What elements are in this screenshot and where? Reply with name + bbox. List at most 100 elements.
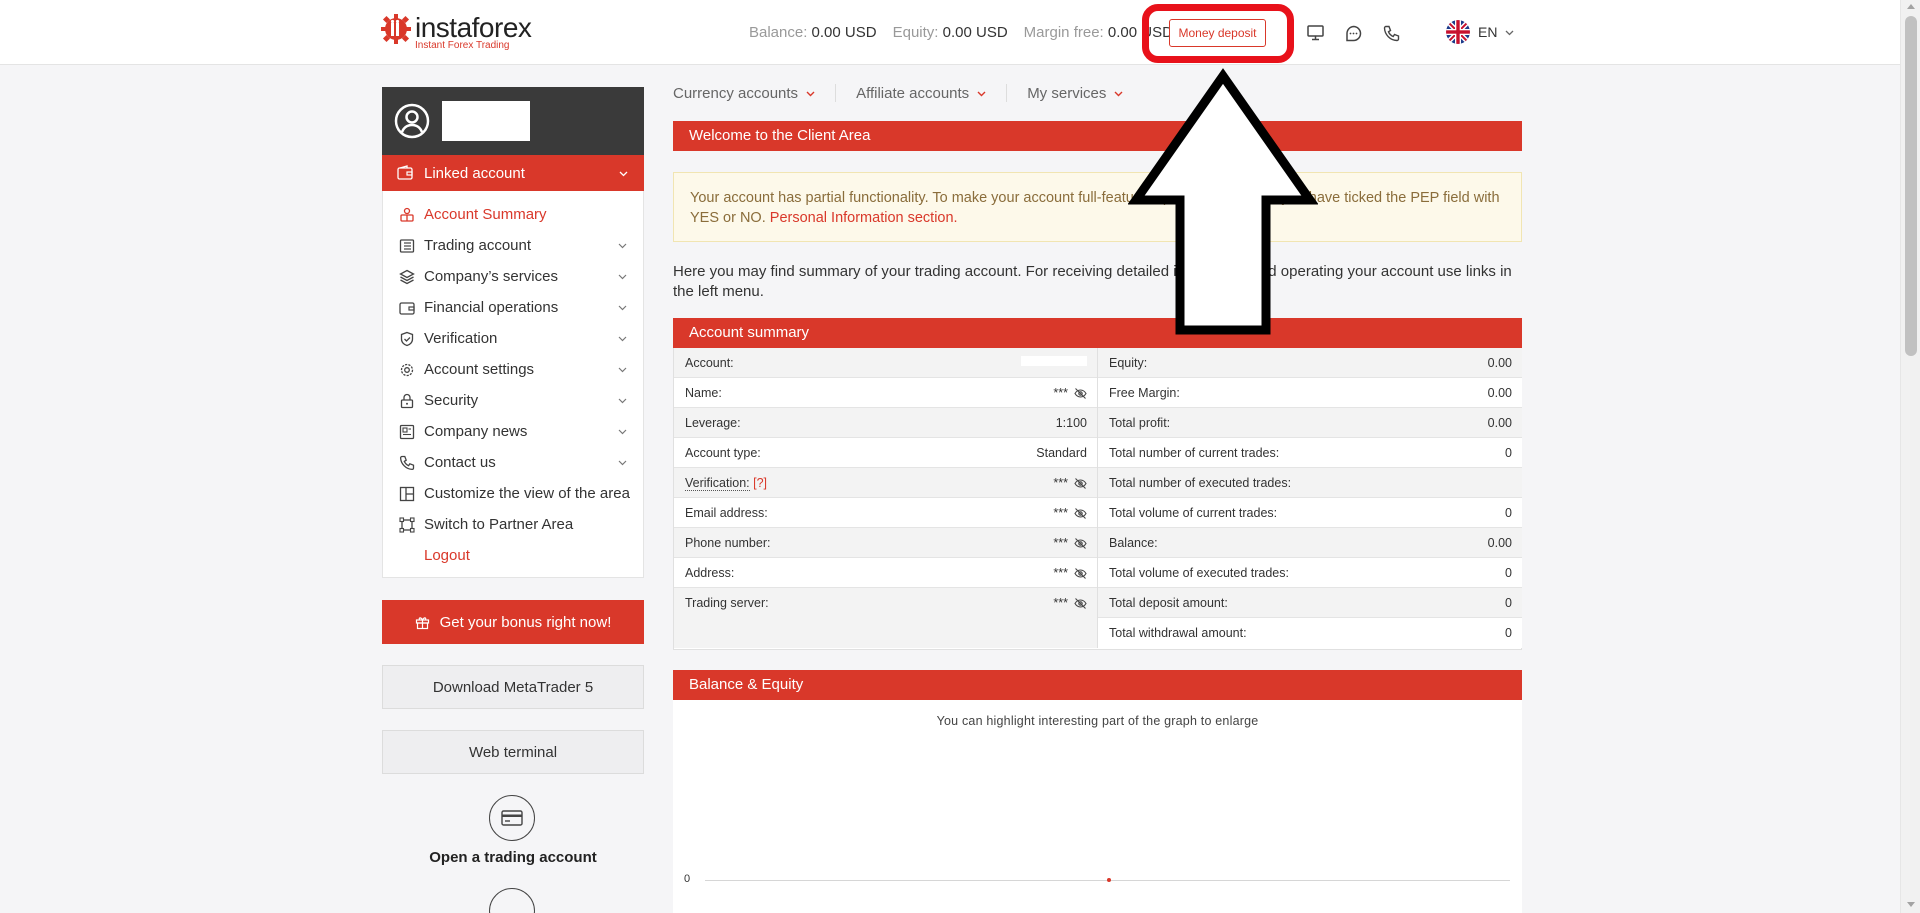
open-account-circle[interactable] bbox=[489, 795, 535, 841]
money-deposit-button[interactable]: Money deposit bbox=[1169, 19, 1266, 47]
welcome-header: Welcome to the Client Area bbox=[673, 121, 1522, 151]
sidebar-item-label: Logout bbox=[424, 547, 470, 564]
balance-label: Balance: bbox=[749, 24, 808, 41]
scroll-down-arrow-icon[interactable] bbox=[1907, 902, 1915, 907]
sidebar-item-label: Security bbox=[424, 392, 479, 409]
eye-off-icon[interactable] bbox=[1074, 597, 1087, 610]
shield-check-icon bbox=[400, 331, 414, 347]
summary-row-account: Account: bbox=[674, 348, 1097, 378]
lock-icon bbox=[400, 393, 414, 409]
chat-icon[interactable] bbox=[1342, 22, 1364, 44]
vertical-scrollbar[interactable] bbox=[1900, 0, 1920, 913]
summary-row-volume-current: Total volume of current trades: 0 bbox=[1098, 498, 1522, 528]
row-label: Total volume of executed trades: bbox=[1109, 566, 1289, 580]
sidebar-item-financial-operations[interactable]: Financial operations bbox=[383, 294, 643, 322]
row-label: Free Margin: bbox=[1109, 386, 1180, 400]
tab-label: My services bbox=[1027, 84, 1107, 102]
language-selector[interactable]: EN bbox=[1446, 20, 1514, 44]
phone-icon[interactable] bbox=[1380, 22, 1402, 44]
uk-flag-icon bbox=[1446, 20, 1470, 44]
eye-off-icon[interactable] bbox=[1074, 537, 1087, 550]
eye-off-icon[interactable] bbox=[1074, 567, 1087, 580]
layout-icon bbox=[399, 486, 415, 502]
chevron-down-icon bbox=[806, 91, 815, 96]
summary-row-leverage: Leverage: 1:100 bbox=[674, 408, 1097, 438]
layers-icon bbox=[399, 269, 415, 285]
sidebar-item-verification[interactable]: Verification bbox=[383, 325, 643, 353]
profile-box bbox=[382, 87, 644, 155]
sidebar-menu: Account Summary Trading account Company’… bbox=[382, 191, 644, 578]
web-terminal-button[interactable]: Web terminal bbox=[382, 730, 644, 774]
row-value: *** bbox=[1053, 566, 1068, 580]
tab-divider bbox=[1006, 84, 1008, 102]
summary-right-column: Equity: 0.00 Free Margin: 0.00 Total profi… bbox=[1098, 348, 1522, 648]
sidebar-item-account-settings[interactable]: Account settings bbox=[383, 356, 643, 384]
verification-help-link[interactable]: [?] bbox=[753, 476, 767, 490]
chevron-down-icon bbox=[618, 243, 627, 249]
row-label: Total number of current trades: bbox=[1109, 446, 1280, 460]
tab-currency-accounts[interactable]: Currency accounts bbox=[673, 85, 815, 102]
chevron-down-icon bbox=[618, 367, 627, 373]
account-summary-header: Account summary bbox=[673, 318, 1522, 348]
row-label: Total withdrawal amount: bbox=[1109, 626, 1247, 640]
sidebar-item-company-services[interactable]: Company’s services bbox=[383, 263, 643, 291]
chevron-down-icon bbox=[618, 460, 627, 466]
row-value: 0.00 bbox=[1487, 416, 1512, 430]
summary-row-free-margin: Free Margin: 0.00 bbox=[1098, 378, 1522, 408]
row-label: Address: bbox=[685, 566, 735, 580]
sidebar-item-label: Account Summary bbox=[424, 206, 547, 223]
account-tabs: Currency accounts Affiliate accounts My … bbox=[673, 84, 1123, 102]
equity-value: 0.00 USD bbox=[942, 24, 1008, 41]
eye-off-icon[interactable] bbox=[1074, 507, 1087, 520]
summary-row-current-trades: Total number of current trades: 0 bbox=[1098, 438, 1522, 468]
brand-logo[interactable]: instaforex Instant Forex Trading bbox=[381, 14, 532, 51]
sidebar-item-account-summary[interactable]: Account Summary bbox=[383, 201, 643, 229]
monitor-icon[interactable] bbox=[1304, 22, 1326, 44]
summary-row-equity: Equity: 0.00 bbox=[1098, 348, 1522, 378]
balance-equity-graph[interactable]: You can highlight interesting part of th… bbox=[673, 700, 1522, 913]
account-summary-table: Account: Name: *** Leverage: 1:100 Accou… bbox=[673, 348, 1522, 650]
row-value: 0.00 bbox=[1487, 386, 1512, 400]
eye-off-icon[interactable] bbox=[1074, 477, 1087, 490]
scroll-thumb[interactable] bbox=[1905, 16, 1917, 356]
sidebar-item-label: Company’s services bbox=[424, 268, 558, 285]
tab-affiliate-accounts[interactable]: Affiliate accounts bbox=[856, 85, 986, 102]
scroll-up-arrow-icon[interactable] bbox=[1907, 4, 1915, 9]
summary-row-email: Email address: *** bbox=[674, 498, 1097, 528]
sidebar-item-company-news[interactable]: Company news bbox=[383, 418, 643, 446]
gift-icon bbox=[415, 616, 429, 629]
row-label: Equity: bbox=[1109, 356, 1148, 370]
sidebar-item-contact-us[interactable]: Contact us bbox=[383, 449, 643, 477]
open-account-label[interactable]: Open a trading account bbox=[382, 849, 644, 866]
graph-point bbox=[1107, 878, 1111, 882]
row-label: Verification: bbox=[685, 476, 750, 491]
get-bonus-button[interactable]: Get your bonus right now! bbox=[382, 600, 644, 644]
sidebar-item-label: Contact us bbox=[424, 454, 496, 471]
tab-divider bbox=[835, 84, 837, 102]
newspaper-icon bbox=[399, 424, 415, 440]
wallet-icon bbox=[399, 302, 415, 315]
row-label: Account: bbox=[685, 356, 734, 370]
summary-row-total-profit: Total profit: 0.00 bbox=[1098, 408, 1522, 438]
row-label: Balance: bbox=[1109, 536, 1158, 550]
chat-circle-icon[interactable] bbox=[489, 888, 535, 913]
eye-off-icon[interactable] bbox=[1074, 387, 1087, 400]
row-label: Phone number: bbox=[685, 536, 771, 550]
sidebar-item-logout[interactable]: Logout bbox=[383, 542, 643, 570]
summary-row-phone: Phone number: *** bbox=[674, 528, 1097, 558]
row-value: 0.00 bbox=[1487, 536, 1512, 550]
sidebar-item-customize-view[interactable]: Customize the view of the area bbox=[383, 480, 643, 508]
sidebar-item-label: Trading account bbox=[424, 237, 532, 254]
sidebar-item-switch-partner-area[interactable]: Switch to Partner Area bbox=[383, 511, 643, 539]
tab-label: Affiliate accounts bbox=[856, 84, 970, 102]
sidebar-item-trading-account[interactable]: Trading account bbox=[383, 232, 643, 260]
chevron-down-icon bbox=[619, 171, 628, 177]
download-metatrader-button[interactable]: Download MetaTrader 5 bbox=[382, 665, 644, 709]
sidebar-item-security[interactable]: Security bbox=[383, 387, 643, 415]
get-bonus-label: Get your bonus right now! bbox=[439, 613, 612, 631]
linked-account-toggle[interactable]: Linked account bbox=[382, 155, 644, 191]
sidebar-item-label: Company news bbox=[424, 423, 528, 440]
personal-information-link[interactable]: Personal Information section. bbox=[770, 210, 958, 226]
chevron-down-icon bbox=[618, 274, 627, 280]
tab-my-services[interactable]: My services bbox=[1027, 85, 1123, 102]
